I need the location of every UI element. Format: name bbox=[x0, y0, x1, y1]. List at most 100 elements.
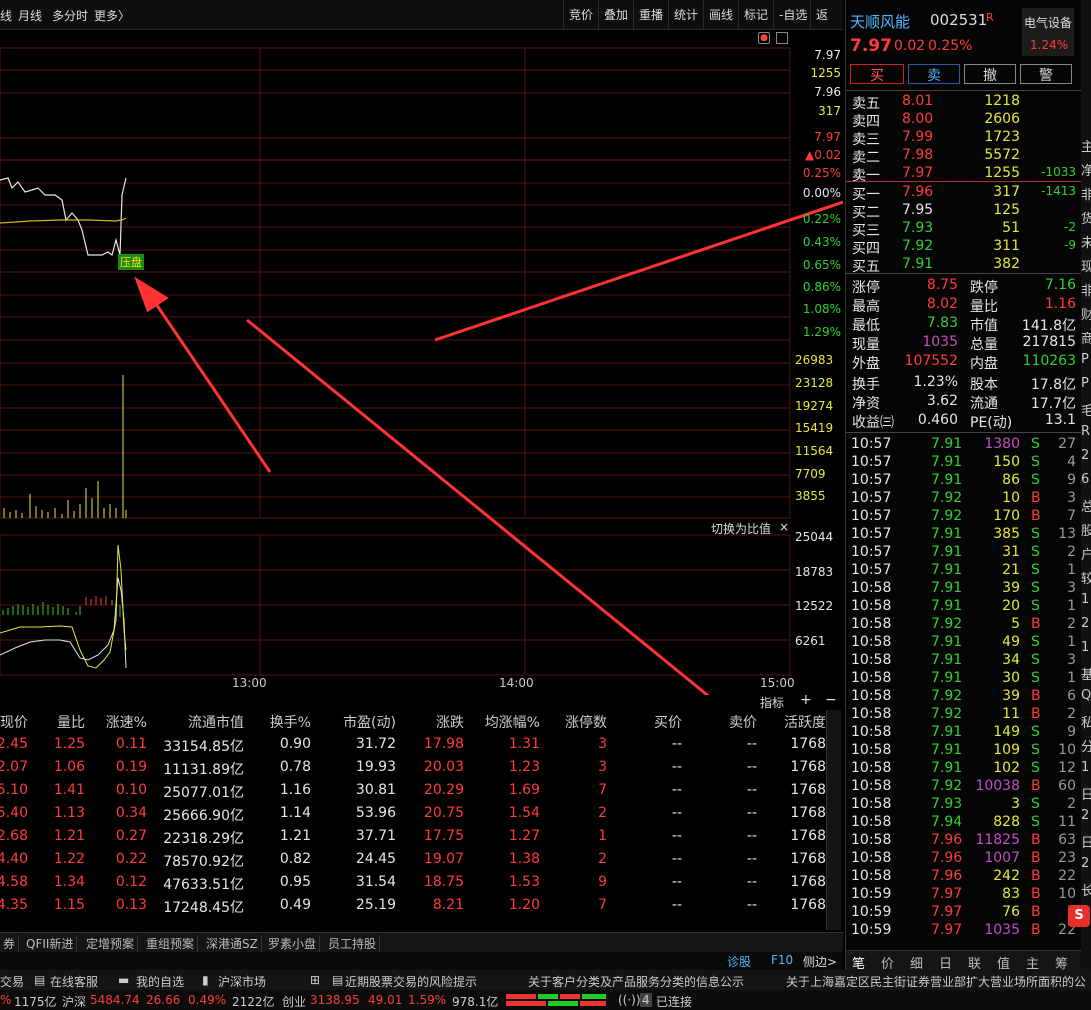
bid-row[interactable]: 买二 7.95 125 bbox=[852, 202, 1076, 221]
tick-volume: 385 bbox=[993, 526, 1020, 542]
sidebar-toggle[interactable]: 侧边> bbox=[803, 953, 837, 970]
connection-status[interactable]: 已连接 bbox=[656, 993, 692, 1010]
back-button[interactable]: 返回 bbox=[810, 0, 843, 52]
tick-price: 7.91 bbox=[931, 544, 963, 560]
bid-row[interactable]: 买三 7.93 51 -2 bbox=[852, 220, 1076, 239]
table-header-cell[interactable]: 市盈(动) bbox=[343, 712, 396, 732]
tab-more[interactable]: 更多〉 bbox=[94, 7, 130, 24]
draw-button[interactable]: 画线 bbox=[703, 0, 738, 30]
zoom-in-icon[interactable]: + bbox=[800, 692, 812, 708]
bid-row[interactable]: 买五 7.91 382 bbox=[852, 256, 1076, 275]
table-header-cell[interactable]: 活跃度 bbox=[784, 712, 826, 732]
tab-sz-connect[interactable]: 深港通SZ bbox=[203, 935, 262, 952]
table-cell: 1.41 bbox=[53, 782, 85, 798]
tick-price: 7.91 bbox=[931, 634, 963, 650]
chart-footer: 诊股 F10 侧边> bbox=[0, 952, 843, 970]
tab-restructure[interactable]: 重组预案 bbox=[143, 935, 199, 952]
tick-time: 10:58 bbox=[851, 598, 892, 614]
buy-button[interactable]: 买 bbox=[850, 64, 904, 84]
tick-side: S bbox=[1031, 544, 1040, 560]
table-row[interactable]: 2.07 1.06 0.19 11131.89亿 0.78 19.93 20.03 1.23 3… bbox=[0, 757, 843, 780]
table-header-cell[interactable]: 涨跌 bbox=[436, 712, 464, 732]
market-link[interactable]: 沪深市场 bbox=[218, 973, 266, 990]
table-header-cell[interactable]: 量比 bbox=[57, 712, 85, 732]
diagnose-link[interactable]: 诊股 bbox=[727, 953, 751, 970]
tab-employee[interactable]: 员工持股 bbox=[325, 935, 381, 952]
tick-time: 10:59 bbox=[851, 922, 892, 938]
record-icon[interactable]: ● bbox=[758, 32, 770, 44]
replay-button[interactable]: 重播 bbox=[633, 0, 668, 30]
s-logo-icon[interactable]: S bbox=[1068, 905, 1090, 927]
pin-icon[interactable] bbox=[776, 32, 788, 44]
table-header-cell[interactable]: 换手% bbox=[270, 712, 311, 732]
expand-icon[interactable]: ⊞ bbox=[310, 973, 320, 987]
table-header-cell[interactable]: 卖价 bbox=[729, 712, 757, 732]
order-change: -2 bbox=[1064, 220, 1076, 234]
cancel-button[interactable]: 撤 bbox=[964, 64, 1016, 84]
tick-volume: 83 bbox=[1002, 886, 1020, 902]
tab-russell[interactable]: 罗素小盘 bbox=[265, 935, 321, 952]
tick-time: 10:58 bbox=[851, 688, 892, 704]
news-item-2[interactable]: 关于客户分类及产品服务分类的信息公示 bbox=[528, 973, 744, 990]
close-icon[interactable]: × bbox=[779, 520, 789, 534]
ask-row[interactable]: 卖五 8.01 1218 bbox=[852, 93, 1076, 112]
side-info-char: 主 bbox=[1081, 140, 1091, 155]
table-row[interactable]: 5.10 1.41 0.10 25077.01亿 1.16 30.81 20.29 1.69 7… bbox=[0, 780, 843, 803]
bid-row[interactable]: 买一 7.96 317 -1413 bbox=[852, 184, 1076, 203]
tab-qfii[interactable]: QFII新进 bbox=[23, 935, 78, 952]
tab-quan[interactable]: 券 bbox=[0, 935, 20, 952]
chart-svg bbox=[0, 47, 843, 695]
online-service-link[interactable]: 在线客服 bbox=[50, 973, 98, 990]
tab-multi-time[interactable]: 多分时 bbox=[52, 7, 88, 24]
zoom-out-icon[interactable]: − bbox=[825, 692, 837, 708]
stats-button[interactable]: 统计 bbox=[668, 0, 703, 30]
cy-label[interactable]: 创业 bbox=[282, 993, 306, 1010]
side-info-char: 分 bbox=[1081, 740, 1091, 755]
table-scrollbar[interactable] bbox=[826, 710, 841, 930]
stock-name[interactable]: 天顺风能 bbox=[850, 11, 910, 32]
sell-button[interactable]: 卖 bbox=[908, 64, 960, 84]
ask-row[interactable]: 卖二 7.98 5572 bbox=[852, 147, 1076, 166]
overlay-button[interactable]: 叠加 bbox=[598, 0, 633, 30]
auction-button[interactable]: 竞价 bbox=[563, 0, 598, 30]
table-row[interactable]: 2.68 1.21 0.27 22318.29亿 1.21 37.71 17.75 1.27 1… bbox=[0, 826, 843, 849]
self-select-button[interactable]: -自选 bbox=[773, 0, 812, 30]
order-level-label: 卖一 bbox=[852, 168, 880, 184]
tab-placement[interactable]: 定增预案 bbox=[83, 935, 139, 952]
table-row[interactable]: 4.40 1.22 0.22 78570.92亿 0.82 24.45 19.07 1.38 2… bbox=[0, 849, 843, 872]
table-header-cell[interactable]: 涨速% bbox=[106, 712, 147, 732]
ask-row[interactable]: 卖四 8.00 2606 bbox=[852, 111, 1076, 130]
alert-button[interactable]: 警 bbox=[1020, 64, 1072, 84]
table-row[interactable]: 4.58 1.34 0.12 47633.51亿 0.95 31.54 18.75 1.53 9… bbox=[0, 872, 843, 895]
tick-count: 13 bbox=[1058, 526, 1076, 542]
sector-box[interactable]: 电气设备 1.24% bbox=[1022, 8, 1074, 56]
sh-label[interactable]: 沪深 bbox=[62, 993, 86, 1010]
intraday-chart[interactable]: 压盘 ● 7.97 1255 7.96 317 7.97 ▲0.02 0.25% 0.00% 0… bbox=[0, 30, 843, 710]
divider bbox=[846, 181, 1082, 182]
order-volume: 317 bbox=[993, 184, 1020, 200]
ask-row[interactable]: 卖三 7.99 1723 bbox=[852, 129, 1076, 148]
f10-link[interactable]: F10 bbox=[771, 953, 793, 967]
table-row[interactable]: 4.35 1.15 0.13 17248.45亿 0.49 25.19 8.21 1.20 7 -… bbox=[0, 895, 843, 918]
bid-row[interactable]: 买四 7.92 311 -9 bbox=[852, 238, 1076, 257]
tab-line[interactable]: 线 bbox=[0, 7, 12, 24]
mark-button[interactable]: 标记 bbox=[738, 0, 773, 30]
stat-label: 最低 bbox=[852, 318, 880, 334]
table-cell: 1768 bbox=[790, 782, 826, 798]
table-row[interactable]: 5.40 1.13 0.34 25666.90亿 1.14 53.96 20.75 1.54 2… bbox=[0, 803, 843, 826]
table-header-cell[interactable]: 涨停数 bbox=[565, 712, 607, 732]
table-header-cell[interactable]: 买价 bbox=[654, 712, 682, 732]
my-watchlist-link[interactable]: 我的自选 bbox=[136, 973, 184, 990]
table-cell: 2.68 bbox=[0, 828, 28, 844]
news-item-1[interactable]: 近期股票交易的风险提示 bbox=[345, 973, 477, 990]
table-header-cell[interactable]: 均涨幅% bbox=[485, 712, 540, 732]
tab-month[interactable]: 月线 bbox=[18, 7, 42, 24]
switch-ratio-link[interactable]: 切换为比值 bbox=[711, 520, 771, 537]
tick-side: S bbox=[1031, 436, 1040, 452]
table-row[interactable]: 2.45 1.25 0.11 33154.85亿 0.90 31.72 17.98 1.31 3… bbox=[0, 734, 843, 757]
table-header-cell[interactable]: 流通市值 bbox=[188, 712, 244, 732]
trade-link[interactable]: 交易 bbox=[0, 973, 24, 990]
tick-price: 7.97 bbox=[931, 886, 963, 902]
table-header-cell[interactable]: 现价 bbox=[0, 712, 28, 732]
tick-count: 23 bbox=[1058, 850, 1076, 866]
